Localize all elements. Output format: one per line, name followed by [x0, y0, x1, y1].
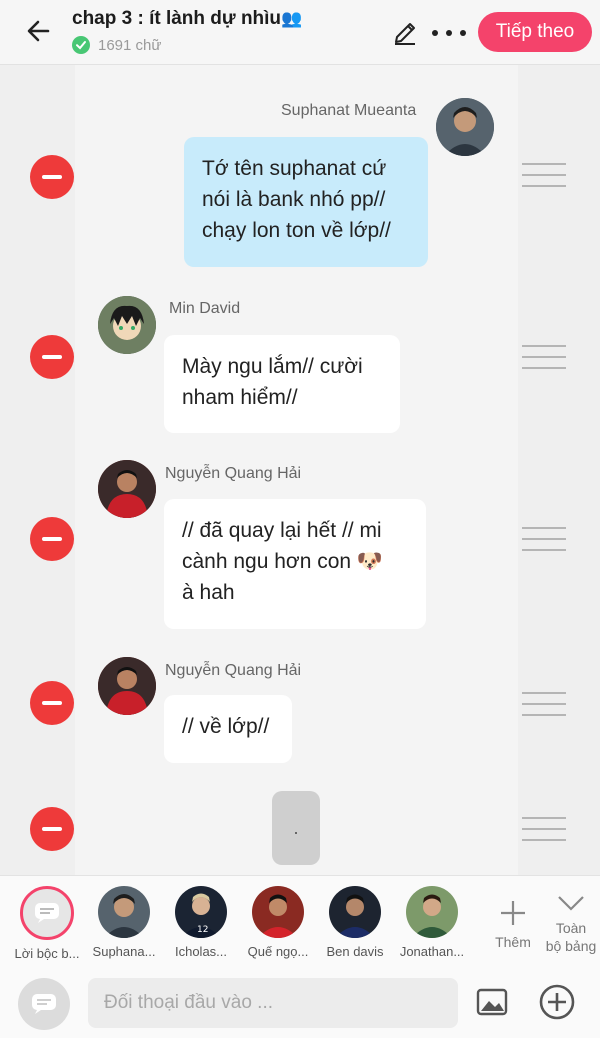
chapter-title-text: chap 3 : ít lành dự nhìu: [72, 8, 282, 29]
chapter-title[interactable]: chap 3 : ít lành dự nhìu👥: [72, 8, 302, 30]
delete-message-button[interactable]: [30, 807, 74, 851]
character-icholas[interactable]: 12 Icholas...: [164, 886, 238, 959]
delete-message-button[interactable]: [30, 335, 74, 379]
sender-name: Nguyễn Quang Hải: [165, 465, 302, 482]
avatar: [406, 886, 458, 938]
delete-message-button[interactable]: [30, 517, 74, 561]
chat-area: Suphanat Mueanta Tớ tên suphanat cứ nói …: [0, 65, 600, 875]
avatar[interactable]: [98, 657, 156, 715]
add-character-button[interactable]: Thêm: [486, 898, 540, 951]
message-line: chạy lon ton về lớp//: [202, 219, 391, 242]
message-line: à hah: [182, 581, 235, 604]
plus-icon: [501, 901, 525, 925]
sender-name: Suphanat Mueanta: [281, 102, 417, 119]
avatar: 12: [175, 886, 227, 938]
word-count: 1691 chữ: [72, 36, 161, 54]
input-bar: [0, 963, 600, 1038]
avatar: [329, 886, 381, 938]
svg-text:12: 12: [197, 925, 208, 935]
character-que-ngoc[interactable]: Quế ngọ...: [241, 886, 315, 959]
drag-handle-icon[interactable]: [522, 527, 566, 551]
message-bubble[interactable]: // đã quay lại hết // mi cành ngu hơn co…: [164, 499, 426, 629]
message-line: nói là bank nhó pp//: [202, 188, 386, 211]
narrator-icon: [20, 886, 74, 940]
character-jonathan[interactable]: Jonathan...: [395, 886, 469, 959]
character-label: Ben davis: [326, 944, 384, 959]
more-options-icon[interactable]: [432, 18, 466, 48]
message-line: nham hiểm//: [182, 386, 298, 409]
delete-message-button[interactable]: [30, 155, 74, 199]
drag-handle-icon[interactable]: [522, 345, 566, 369]
check-icon: [72, 36, 90, 54]
pencil-icon[interactable]: [390, 18, 420, 48]
character-label: Icholas...: [174, 944, 228, 959]
message-bubble[interactable]: // về lớp//: [164, 695, 292, 763]
avatar[interactable]: [436, 98, 494, 156]
word-count-text: 1691 chữ: [98, 36, 162, 54]
back-arrow-icon[interactable]: [22, 14, 56, 48]
image-icon[interactable]: [476, 987, 508, 1017]
typing-indicator[interactable]: .: [272, 791, 320, 865]
avatar[interactable]: [98, 460, 156, 518]
message-line: cành ngu hơn con 🐶: [182, 550, 384, 573]
sender-name: Nguyễn Quang Hải: [165, 662, 302, 679]
avatar[interactable]: [98, 296, 156, 354]
message-line: Mày ngu lắm// cười: [182, 355, 363, 378]
character-label: Lời bộc b...: [14, 946, 80, 961]
add-circle-icon[interactable]: [538, 983, 576, 1021]
add-character-label: Thêm: [495, 934, 531, 950]
character-ben-davis[interactable]: Ben davis: [318, 886, 392, 959]
character-label: Quế ngọ...: [247, 944, 309, 959]
message-bubble[interactable]: Tớ tên suphanat cứ nói là bank nhó pp// …: [184, 137, 428, 267]
avatar: [252, 886, 304, 938]
delete-message-button[interactable]: [30, 681, 74, 725]
all-characters-button[interactable]: Toàn bộ bảng: [540, 892, 600, 955]
next-button[interactable]: Tiếp theo: [478, 12, 592, 52]
character-label: Jonathan...: [399, 944, 465, 959]
avatar: [98, 886, 150, 938]
character-label: Suphana...: [92, 944, 156, 959]
drag-handle-icon[interactable]: [522, 817, 566, 841]
character-narrator[interactable]: Lời bộc b...: [10, 886, 84, 961]
speech-bubble-icon: [32, 994, 56, 1014]
character-suphanat[interactable]: Suphana...: [87, 886, 161, 959]
people-emoji-icon: 👥: [281, 9, 303, 28]
message-line: Tớ tên suphanat cứ: [202, 157, 387, 180]
drag-handle-icon[interactable]: [522, 163, 566, 187]
all-label: Toàn: [555, 920, 587, 936]
top-bar: chap 3 : ít lành dự nhìu👥 1691 chữ Tiếp …: [0, 0, 600, 65]
all-label: bộ bảng: [545, 938, 597, 954]
chevron-down-icon: [558, 896, 584, 911]
drag-handle-icon[interactable]: [522, 692, 566, 716]
message-line: // về lớp//: [182, 715, 270, 738]
message-line: // đã quay lại hết // mi: [182, 519, 382, 542]
character-selector: Lời bộc b... Suphana... 12 Icholas... Qu…: [0, 875, 600, 964]
sender-name: Min David: [169, 300, 241, 317]
dialogue-input[interactable]: [88, 978, 458, 1028]
narrator-toggle-button[interactable]: [18, 978, 70, 1030]
message-bubble[interactable]: Mày ngu lắm// cười nham hiểm//: [164, 335, 400, 433]
